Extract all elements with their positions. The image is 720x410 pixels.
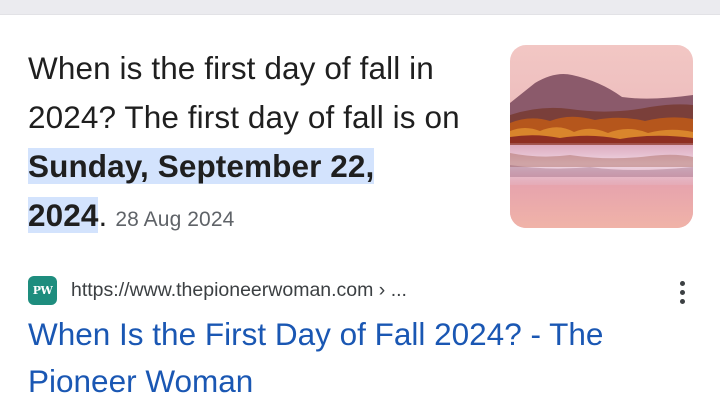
autumn-lake-thumbnail[interactable] bbox=[510, 45, 693, 228]
snippet-date: 28 Aug 2024 bbox=[115, 208, 235, 231]
autumn-lake-landscape-image bbox=[510, 45, 693, 228]
menu-dot bbox=[679, 280, 685, 286]
menu-dot bbox=[679, 298, 685, 304]
result-url[interactable]: https://www.thepioneerwoman.com › ... bbox=[71, 279, 407, 302]
top-divider-bar bbox=[0, 0, 720, 15]
more-vert-icon[interactable] bbox=[666, 276, 698, 308]
result-title-link[interactable]: When Is the First Day of Fall 2024? - Th… bbox=[28, 311, 708, 405]
snippet-lead-text: When is the first day of fall in 2024? T… bbox=[28, 50, 460, 135]
featured-snippet-text: When is the first day of fall in 2024? T… bbox=[28, 44, 488, 244]
site-favicon: PW bbox=[28, 276, 57, 305]
result-source-row[interactable]: PW https://www.thepioneerwoman.com › ... bbox=[28, 274, 688, 308]
menu-dot bbox=[679, 289, 685, 295]
snippet-trailing-text: . bbox=[98, 197, 108, 233]
